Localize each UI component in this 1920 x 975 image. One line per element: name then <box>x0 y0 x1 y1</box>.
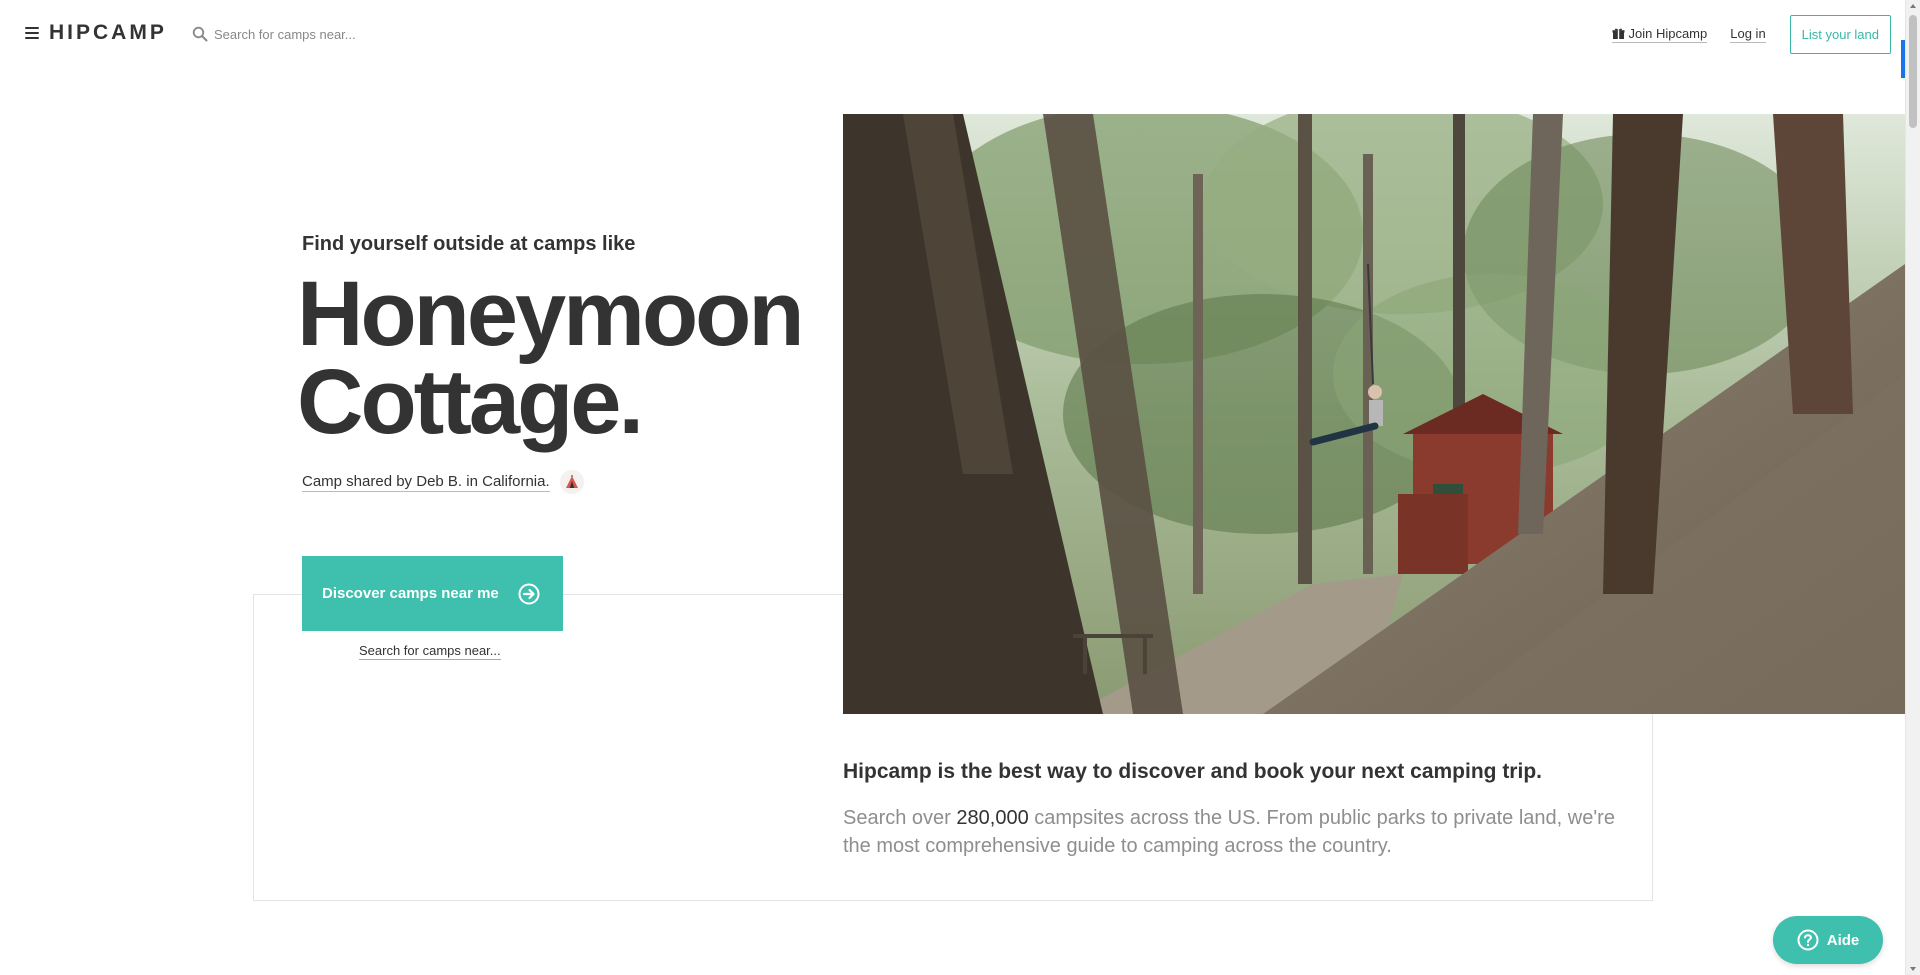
shared-prefix: Camp shared by <box>302 472 417 490</box>
login-link[interactable]: Log in <box>1730 26 1766 43</box>
pitch-body-prefix: Search over <box>843 807 957 829</box>
camp-shared-line: Camp shared by Deb B. in California. <box>302 470 584 494</box>
join-hipcamp-link[interactable]: Join Hipcamp <box>1612 25 1708 43</box>
discover-camps-button[interactable]: Discover camps near me <box>302 556 563 631</box>
shared-host[interactable]: Deb B. <box>416 473 462 490</box>
hipcamp-logo[interactable]: HIPCAMP <box>49 21 167 45</box>
hero-title-line1: Honeymoon <box>297 263 805 365</box>
shared-mid: in <box>462 472 483 490</box>
hero-eyebrow: Find yourself outside at camps like <box>302 233 636 255</box>
forest-photo-image <box>843 114 1905 714</box>
hero-title-line2: Cottage. <box>297 351 644 453</box>
shared-location[interactable]: California <box>482 473 545 490</box>
gift-icon <box>1612 28 1625 39</box>
list-your-land-button[interactable]: List your land <box>1789 14 1891 54</box>
search-camps-link[interactable]: Search for camps near... <box>359 643 501 660</box>
question-circle-icon <box>1797 929 1819 951</box>
camp-shared-text[interactable]: Camp shared by Deb B. in California. <box>302 473 550 492</box>
join-hipcamp-label: Join Hipcamp <box>1628 25 1708 41</box>
tent-icon <box>559 470 584 494</box>
top-nav: HIPCAMP Join Hipcamp Log in List your la… <box>0 0 1920 68</box>
hero-photo <box>843 114 1905 714</box>
help-button[interactable]: Aide <box>1773 916 1883 964</box>
scroll-down-icon[interactable] <box>1910 967 1916 971</box>
hero-title: Honeymoon Cottage. <box>297 268 837 448</box>
arrow-circle-right-icon <box>518 583 540 604</box>
page-scrollbar[interactable] <box>1905 0 1920 975</box>
discover-camps-label: Discover camps near me <box>322 585 499 602</box>
campsite-count: 280,000 <box>956 807 1029 829</box>
pitch-title: Hipcamp is the best way to discover and … <box>843 760 1542 783</box>
search-icon <box>192 26 208 42</box>
nav-search-input[interactable] <box>214 22 494 46</box>
shared-suffix: . <box>545 472 550 490</box>
help-label: Aide <box>1826 931 1860 949</box>
scrollbar-thumb[interactable] <box>1909 15 1917 128</box>
pitch-body: Search over 280,000 campsites across the… <box>843 804 1623 860</box>
scroll-up-icon[interactable] <box>1910 4 1916 8</box>
nav-links: Join Hipcamp Log in List your land <box>1612 14 1891 54</box>
hamburger-icon[interactable] <box>25 27 39 39</box>
